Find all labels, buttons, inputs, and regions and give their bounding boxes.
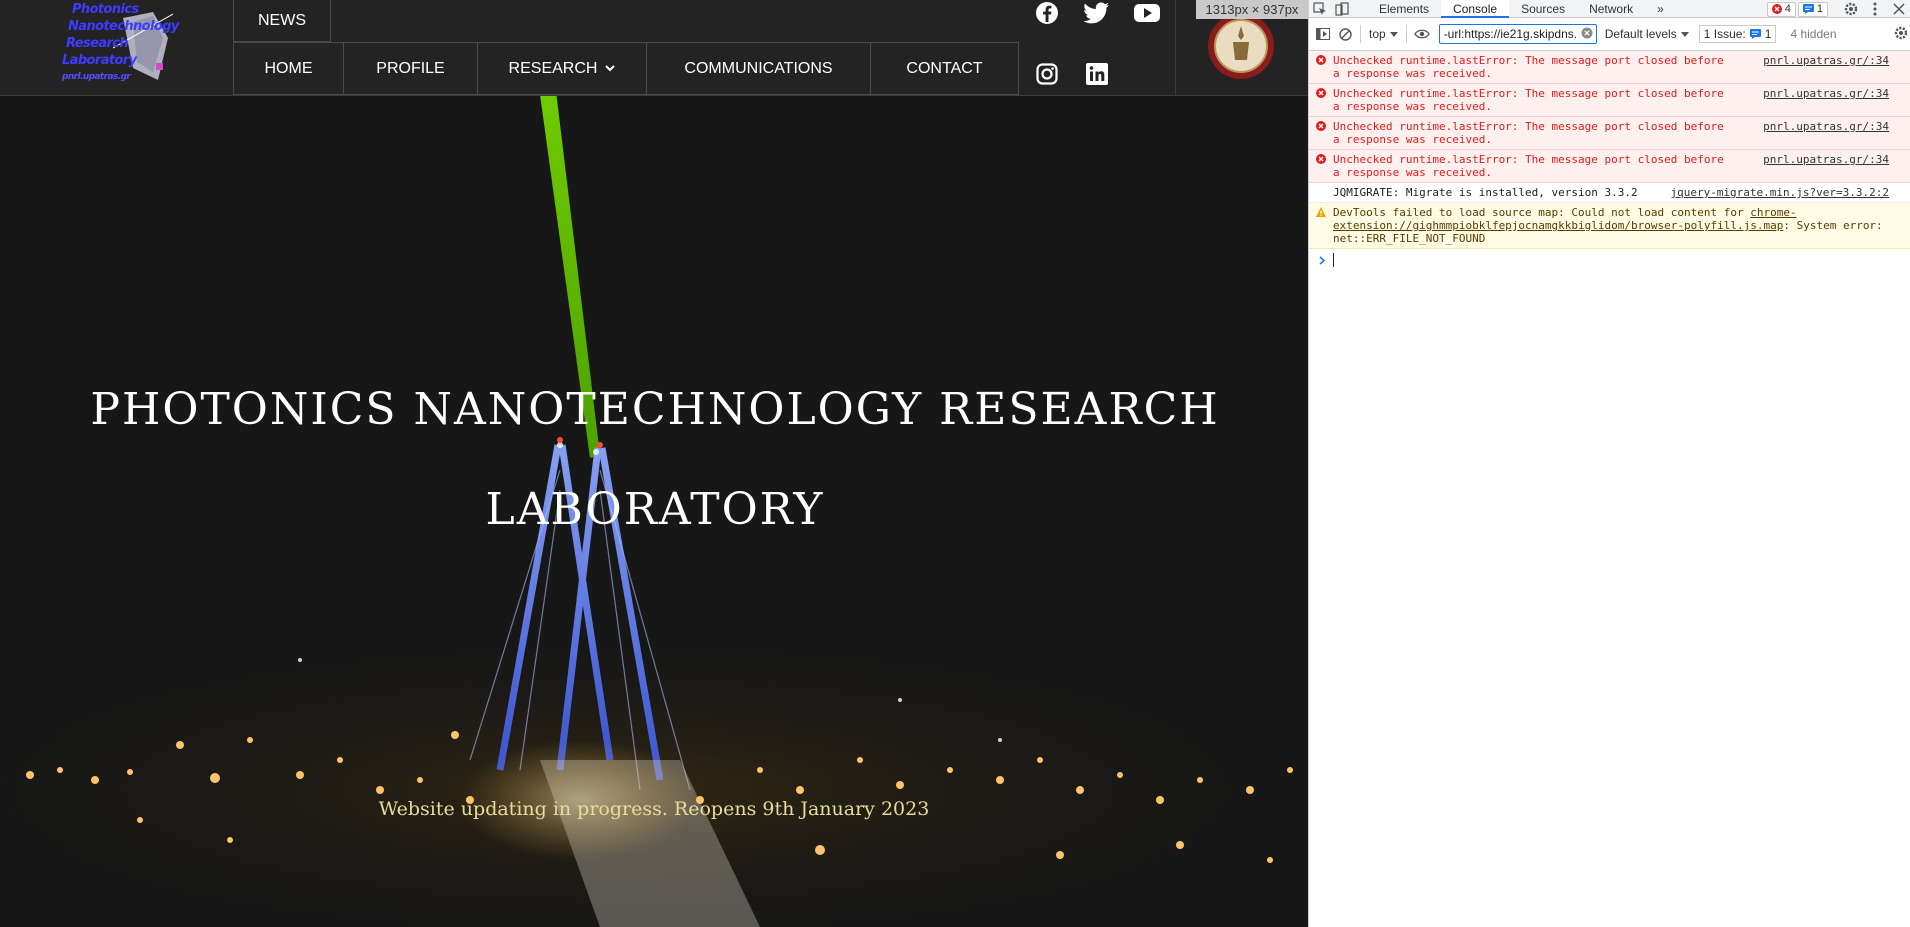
lab-logo[interactable]: Photonics Nanotechnology Research Labora… — [58, 0, 179, 90]
hero-title-line: PHOTONICS NANOTECHNOLOGY RESEARCH — [90, 384, 1220, 435]
message-source-link[interactable]: pnrl.upatras.gr/:34 — [1763, 87, 1889, 100]
error-icon — [1316, 121, 1326, 131]
logo-mark-icon — [156, 63, 163, 70]
log-levels-dropdown[interactable]: Default levels — [1605, 27, 1689, 41]
log-levels-label: Default levels — [1604, 27, 1677, 41]
main-navigation: HOME PROFILE RESEARCH COMMUNICATIONS CON… — [233, 42, 1019, 95]
nav-home-label: HOME — [264, 59, 313, 77]
message-source-link[interactable]: pnrl.upatras.gr/:34 — [1763, 120, 1889, 133]
message-source-link[interactable]: jquery-migrate.min.js?ver=3.3.2:2 — [1670, 186, 1889, 199]
site-header: Photonics Nanotechnology Research Labora… — [0, 0, 1308, 96]
text-caret — [1333, 253, 1334, 267]
nav-research-label: RESEARCH — [508, 59, 598, 77]
nav-contact-label: CONTACT — [906, 59, 983, 77]
message-count: 1 — [1816, 3, 1823, 15]
nav-profile[interactable]: PROFILE — [344, 43, 478, 94]
device-toolbar-icon[interactable] — [1331, 0, 1353, 18]
error-icon — [1316, 88, 1326, 98]
nav-home[interactable]: HOME — [234, 43, 344, 94]
message-icon — [1749, 29, 1761, 39]
website-viewport: Photonics Nanotechnology Research Labora… — [0, 0, 1308, 927]
prompt-chevron-icon — [1319, 255, 1325, 265]
nav-communications[interactable]: COMMUNICATIONS — [647, 43, 871, 94]
console-error-message[interactable]: Unchecked runtime.lastError: The message… — [1309, 117, 1910, 150]
warning-prefix: DevTools failed to load source map: Coul… — [1333, 206, 1751, 219]
clear-filter-icon[interactable] — [1581, 27, 1593, 39]
hero-subtitle: Website updating in progress. Reopens 9t… — [378, 798, 930, 820]
console-filter-input[interactable] — [1438, 24, 1597, 44]
linkedin-icon[interactable] — [1084, 61, 1110, 87]
nav-research[interactable]: RESEARCH — [478, 43, 647, 94]
tab-elements[interactable]: Elements — [1367, 0, 1441, 18]
error-icon — [1316, 55, 1326, 65]
nav-communications-label: COMMUNICATIONS — [684, 59, 833, 77]
nav-profile-label: PROFILE — [376, 59, 445, 77]
context-selector[interactable]: top — [1365, 27, 1402, 41]
logo-text-line: Laboratory — [62, 53, 137, 68]
hero-title: PHOTONICS NANOTECHNOLOGY RESEARCH LABORA… — [90, 360, 1220, 560]
logo-text-line: Photonics — [72, 2, 139, 17]
console-prompt[interactable] — [1309, 249, 1910, 271]
tab-sources[interactable]: Sources — [1509, 0, 1577, 18]
error-count: 4 — [1784, 3, 1791, 15]
clear-console-icon[interactable] — [1334, 25, 1356, 43]
tab-network[interactable]: Network — [1577, 0, 1645, 18]
nav-contact[interactable]: CONTACT — [871, 43, 1018, 94]
message-icon — [1802, 4, 1814, 14]
twitter-icon[interactable] — [1084, 0, 1110, 26]
message-source-link[interactable]: pnrl.upatras.gr/:34 — [1763, 54, 1889, 67]
viewport-size-tooltip: 1313px × 937px — [1196, 0, 1308, 19]
nav-news[interactable]: NEWS — [233, 0, 331, 42]
message-text: DevTools failed to load source map: Coul… — [1333, 206, 1903, 245]
message-text: Unchecked runtime.lastError: The message… — [1333, 153, 1731, 179]
warning-icon — [1316, 207, 1326, 217]
devtools-tabbar: Elements Console Sources Network » 4 1 — [1309, 0, 1910, 18]
message-source-link[interactable]: pnrl.upatras.gr/:34 — [1763, 153, 1889, 166]
console-toolbar: top Default levels 1 Issue: 1 4 hidden — [1309, 18, 1910, 51]
university-seal-icon — [1208, 13, 1274, 79]
console-error-message[interactable]: Unchecked runtime.lastError: The message… — [1309, 84, 1910, 117]
logo-text-line: Nanotechnology — [68, 19, 179, 34]
chevron-down-icon — [605, 65, 616, 72]
toolbar-divider — [1360, 25, 1361, 43]
console-log-message[interactable]: JQMIGRATE: Migrate is installed, version… — [1309, 183, 1910, 203]
message-count-badge[interactable]: 1 — [1797, 1, 1828, 17]
youtube-icon[interactable] — [1134, 0, 1160, 26]
instagram-icon[interactable] — [1034, 61, 1060, 87]
error-count-badge[interactable]: 4 — [1766, 1, 1796, 17]
console-error-message[interactable]: Unchecked runtime.lastError: The message… — [1309, 150, 1910, 183]
facebook-icon[interactable] — [1034, 0, 1060, 26]
logo-url: pnrl.upatras.gr — [62, 72, 131, 82]
inspect-element-icon[interactable] — [1309, 0, 1331, 18]
issues-count: 1 — [1764, 27, 1772, 41]
console-settings-gear-icon[interactable] — [1894, 26, 1908, 40]
issues-label: 1 Issue: — [1703, 27, 1746, 41]
console-warning-message[interactable]: DevTools failed to load source map: Coul… — [1309, 203, 1910, 249]
message-text: Unchecked runtime.lastError: The message… — [1333, 120, 1731, 146]
logo-text-line: Research — [66, 36, 129, 51]
tab-console[interactable]: Console — [1441, 0, 1510, 18]
dropdown-triangle-icon — [1680, 31, 1689, 37]
console-error-message[interactable]: Unchecked runtime.lastError: The message… — [1309, 51, 1910, 84]
hero-title-line: LABORATORY — [485, 484, 825, 535]
devtools-panel: Elements Console Sources Network » 4 1 t… — [1308, 0, 1910, 927]
close-devtools-icon[interactable] — [1888, 0, 1910, 18]
live-expression-eye-icon[interactable] — [1411, 25, 1433, 43]
error-icon — [1771, 4, 1782, 14]
hidden-messages-count: 4 hidden — [1790, 27, 1837, 41]
issues-button[interactable]: 1 Issue: 1 — [1698, 25, 1777, 43]
message-text: Unchecked runtime.lastError: The message… — [1333, 87, 1731, 113]
more-tabs-button[interactable]: » — [1645, 0, 1676, 18]
message-text: Unchecked runtime.lastError: The message… — [1333, 54, 1731, 80]
toolbar-divider — [1405, 25, 1407, 43]
dropdown-triangle-icon — [1389, 31, 1398, 37]
more-options-icon[interactable] — [1864, 0, 1886, 18]
console-output: Unchecked runtime.lastError: The message… — [1309, 51, 1910, 271]
error-icon — [1316, 154, 1326, 164]
filter-input-wrapper — [1438, 24, 1597, 44]
context-label: top — [1369, 27, 1386, 41]
settings-gear-icon[interactable] — [1840, 0, 1862, 18]
sidebar-toggle-icon[interactable] — [1312, 25, 1334, 43]
